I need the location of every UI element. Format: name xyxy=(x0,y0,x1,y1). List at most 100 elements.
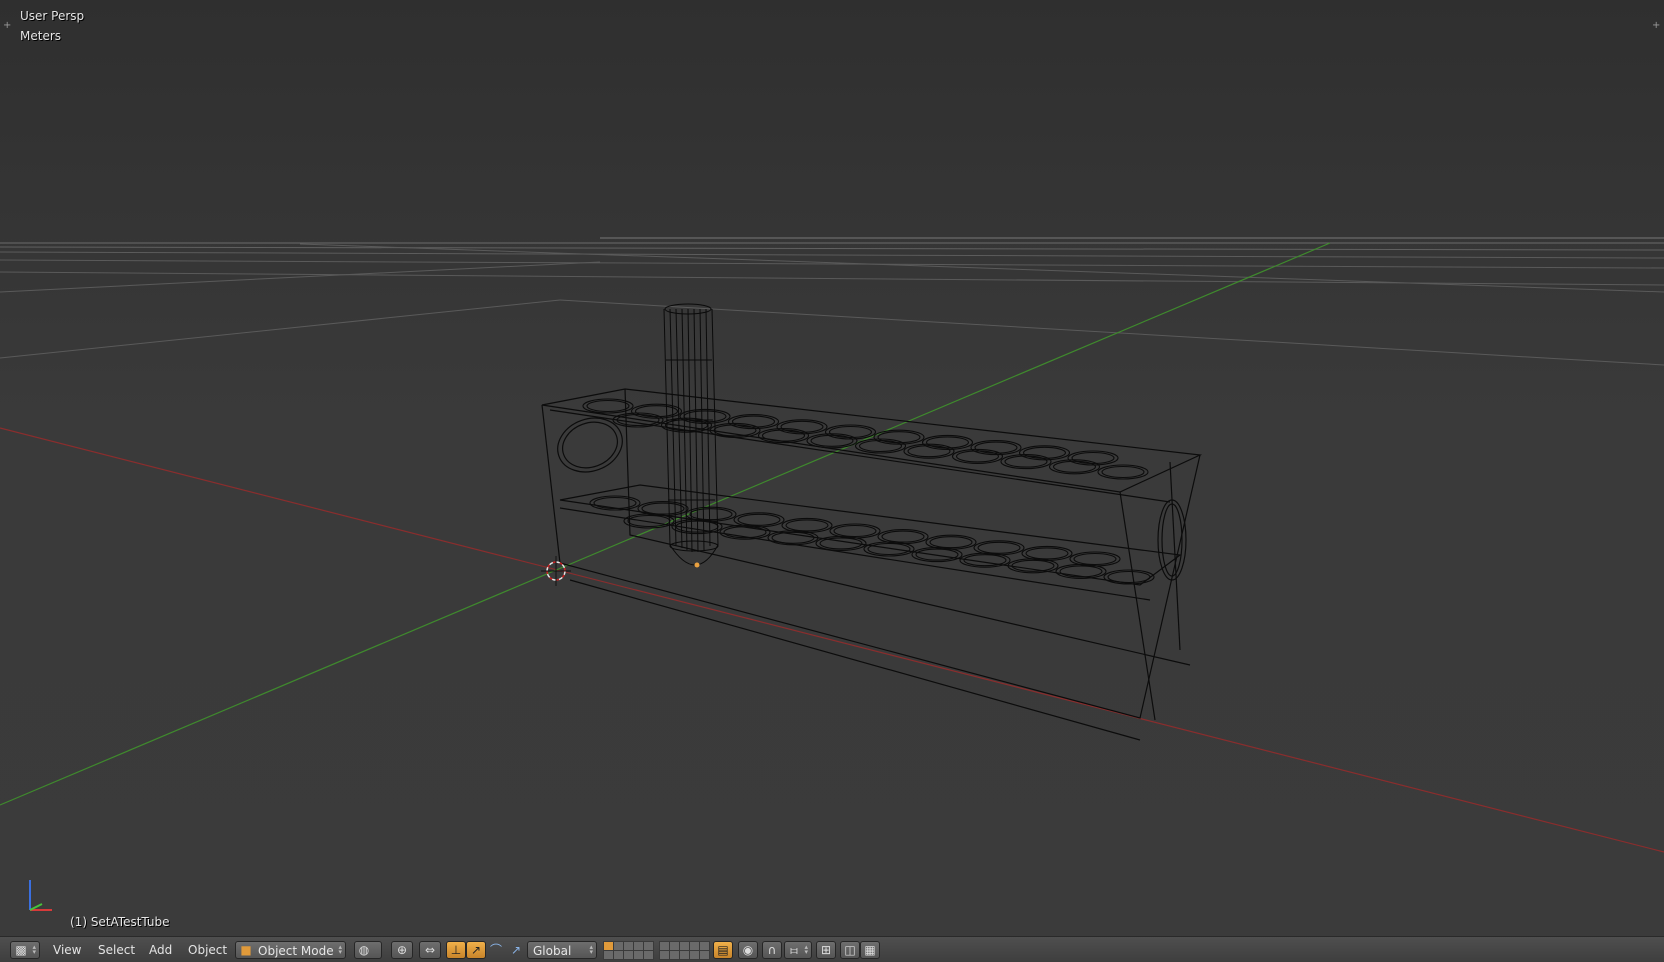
rotate-button[interactable]: ↗ xyxy=(466,941,486,959)
units-label: Meters xyxy=(20,29,62,43)
region-corner-right-icon[interactable]: + xyxy=(1652,20,1660,31)
rack-hole-ring xyxy=(1097,464,1149,480)
translate-icon: ⊥ xyxy=(450,943,462,957)
rack-hole-ring xyxy=(1107,570,1151,584)
rack-hole-ring xyxy=(881,530,925,543)
rack-hole-ring xyxy=(733,512,785,528)
scale-icon: ↗ xyxy=(510,943,522,957)
rack-hole-ring xyxy=(641,502,685,515)
rack-hole-ring xyxy=(627,514,671,528)
3d-cursor[interactable] xyxy=(541,556,571,586)
add-menu[interactable]: Add xyxy=(149,942,172,958)
chevron-updown-icon: ▴ ▾ xyxy=(32,943,36,956)
floor-grid xyxy=(0,237,1664,366)
viewport-shading-button[interactable]: ◍ xyxy=(354,941,382,959)
select-menu[interactable]: Select xyxy=(98,942,135,958)
rack-hole-ring xyxy=(1018,445,1071,461)
view-name-label: User Persp xyxy=(20,9,85,23)
snap-element-dropdown[interactable]: ⧦ ▴ ▾ xyxy=(784,941,812,959)
rack-hole-ring xyxy=(833,524,877,538)
rack-hole-ring xyxy=(727,414,780,430)
rack-hole-ring xyxy=(1067,450,1119,466)
mode-value: Object Mode xyxy=(258,944,334,958)
rack-hole-ring xyxy=(970,440,1022,456)
rack-hole-ring xyxy=(757,428,810,444)
rack-hole-ring xyxy=(586,399,630,413)
rack-hole-ring xyxy=(863,541,915,557)
rack-hole-ring xyxy=(689,508,733,521)
chevron-updown-icon: ▴ ▾ xyxy=(589,943,593,956)
render-button[interactable]: ◫ xyxy=(840,941,860,959)
rack-hole-ring xyxy=(911,547,963,563)
rack-hole-ring xyxy=(1025,547,1069,560)
object-menu[interactable]: Object xyxy=(188,942,227,958)
layer-20-button[interactable] xyxy=(699,950,710,960)
render-animation-button[interactable]: ▦ xyxy=(860,941,880,959)
rack-hole-ring xyxy=(1069,551,1121,567)
chevron-updown-icon: ▴ ▾ xyxy=(804,943,808,956)
rack-hole-ring xyxy=(951,448,1004,464)
rack-hole-ring xyxy=(1048,459,1101,475)
rack-hole-ring xyxy=(973,540,1025,556)
proportional-edit-icon: ◉ xyxy=(742,943,754,957)
snap-target-icon: ⊞ xyxy=(820,943,832,957)
rack-hole-ring xyxy=(593,496,637,510)
mode-dropdown[interactable]: ■ Object Mode ▴ ▾ xyxy=(235,941,346,959)
3d-viewport[interactable]: User Persp Meters + + (1) SetATestTube xyxy=(0,0,1664,936)
layer-15-button[interactable] xyxy=(643,950,654,960)
rack-hole-ring xyxy=(723,526,767,539)
rack-hole-ring xyxy=(829,523,881,539)
scale-button[interactable]: ↗ xyxy=(506,941,526,959)
editor-type-button[interactable]: ▩ ▴ ▾ xyxy=(10,941,40,959)
rack-hole-ring xyxy=(1007,558,1059,574)
manipulator-icon: ⇔ xyxy=(424,943,436,957)
proportional-edit-button[interactable]: ◉ xyxy=(738,941,758,959)
rack-hole-ring xyxy=(929,536,973,549)
editor-type-icon: ▩ xyxy=(15,943,27,957)
rack-hole-ring xyxy=(915,548,959,561)
arc-icon: ⌒ xyxy=(489,943,502,957)
rack-hole-ring xyxy=(873,429,925,445)
rack-hole-ring xyxy=(1059,565,1103,578)
rack-hole-ring xyxy=(781,517,833,533)
snap-toggle-button[interactable]: ∩ xyxy=(762,941,782,959)
rotate-tool-button[interactable]: ⌒ xyxy=(486,941,506,959)
axis-gizmo-icon xyxy=(29,880,52,911)
lock-icon: ▤ xyxy=(717,943,729,957)
rack-hole-ring xyxy=(776,419,828,435)
rack-hole-ring xyxy=(623,513,675,529)
orientation-dropdown[interactable]: Global ▴ ▾ xyxy=(527,941,597,959)
rack-hole-ring xyxy=(737,513,781,526)
rack-hole-ring xyxy=(1073,552,1117,566)
rack-hole-ring xyxy=(679,408,731,424)
rack-hole-ring xyxy=(1021,545,1073,561)
rack-hole-ring xyxy=(806,433,858,449)
rack-hole-ring xyxy=(709,422,761,438)
rack-hole-ring xyxy=(977,541,1021,554)
rack-hole-ring xyxy=(921,434,974,450)
pivot-icon: ⊕ xyxy=(396,943,408,957)
active-object-label: (1) SetATestTube xyxy=(70,915,170,929)
rack-hole-ring xyxy=(824,424,877,440)
camera-icon: ◫ xyxy=(844,943,856,957)
rack-hole-ring xyxy=(877,529,929,545)
snap-increment-icon: ⧦ xyxy=(790,943,798,957)
lock-layers-button[interactable]: ▤ xyxy=(713,941,733,959)
rack-hole-ring xyxy=(925,534,977,550)
rack-hole-ring xyxy=(630,403,683,419)
rack-hole-ring xyxy=(685,506,737,522)
translate-button[interactable]: ⊥ xyxy=(446,941,466,959)
region-corner-left-icon[interactable]: + xyxy=(3,20,11,31)
view-menu[interactable]: View xyxy=(53,942,81,958)
manipulator-toggle-button[interactable]: ⇔ xyxy=(419,941,441,959)
arrow-icon: ↗ xyxy=(470,943,482,957)
snap-target-button[interactable]: ⊞ xyxy=(816,941,836,959)
clapperboard-icon: ▦ xyxy=(864,943,876,957)
rack-hole-ring xyxy=(903,443,955,459)
pivot-point-button[interactable]: ⊕ xyxy=(391,941,413,959)
layer-buttons[interactable] xyxy=(603,941,713,960)
cube-icon: ■ xyxy=(240,943,252,957)
magnet-icon: ∩ xyxy=(767,943,777,957)
chevron-updown-icon: ▴ ▾ xyxy=(338,943,342,956)
rack-hole-ring xyxy=(1103,569,1155,585)
